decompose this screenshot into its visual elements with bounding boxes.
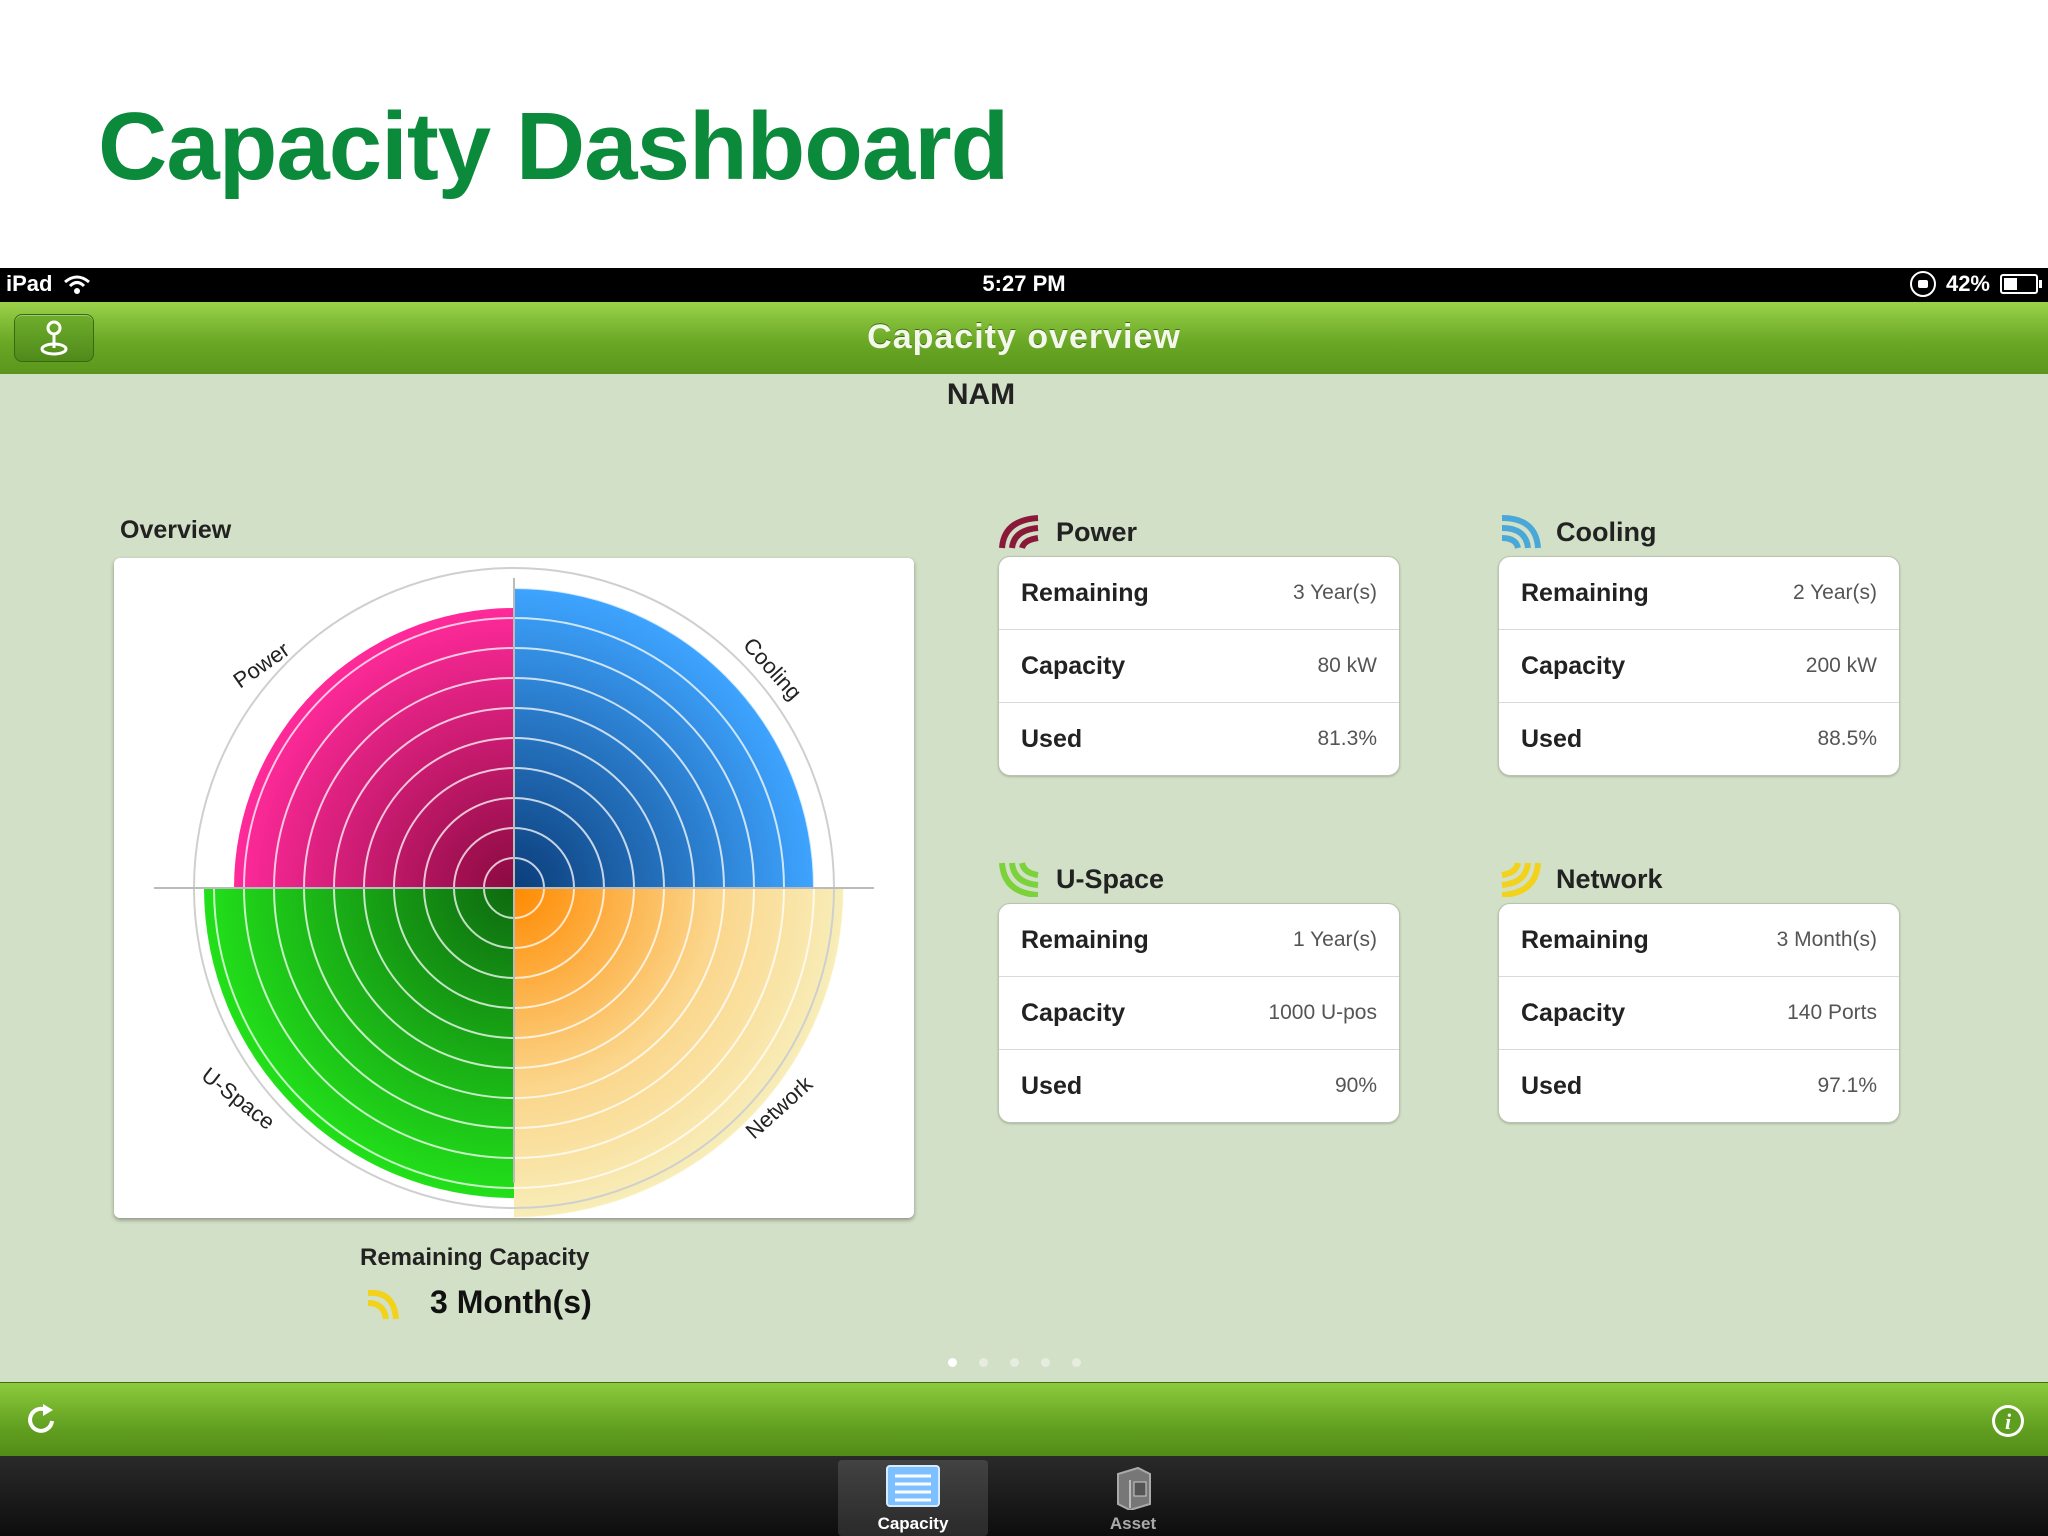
row-value: 3 Month(s) (1776, 928, 1877, 951)
remaining-capacity-value: 3 Month(s) (430, 1284, 592, 1320)
power-panel-title: Power (1056, 516, 1138, 547)
page-dot[interactable] (1072, 1358, 1081, 1367)
page-dot[interactable] (979, 1358, 988, 1367)
row-key: Used (1021, 1071, 1083, 1100)
row-key: Capacity (1021, 998, 1126, 1027)
table-row[interactable]: Used 81.3% (999, 702, 1399, 775)
quadrant-label-cooling: Cooling (738, 633, 807, 705)
row-value: 80 kW (1317, 654, 1377, 677)
info-icon[interactable]: i (1990, 1403, 2026, 1439)
clock: 5:27 PM (982, 271, 1066, 296)
remaining-capacity-row: 3 Month(s) (364, 1284, 592, 1321)
uspace-table: Remaining 1 Year(s) Capacity 1000 U-pos Us… (998, 903, 1400, 1123)
tab-asset[interactable]: Asset (1058, 1460, 1208, 1536)
row-value: 1 Year(s) (1292, 928, 1377, 951)
table-row[interactable]: Capacity 140 Ports (1499, 976, 1899, 1049)
row-key: Capacity (1021, 651, 1126, 680)
cooling-panel: Cooling Remaining 2 Year(s) Capacity 200 k… (1498, 512, 1900, 776)
page-indicator[interactable] (948, 1358, 1081, 1367)
row-key: Remaining (1021, 578, 1149, 607)
network-table: Remaining 3 Month(s) Capacity 140 Ports Us… (1498, 903, 1900, 1123)
battery-icon (2000, 274, 2042, 294)
network-panel-title: Network (1556, 863, 1663, 894)
row-value: 140 Ports (1787, 1001, 1877, 1024)
quadrant-uspace[interactable] (204, 888, 514, 1198)
capacity-list-icon (886, 1465, 940, 1507)
overview-chart-card[interactable]: Power Cooling U-Space Network (114, 557, 914, 1219)
tab-capacity-label: Capacity (877, 1514, 949, 1533)
row-value: 200 kW (1805, 654, 1877, 677)
row-value: 81.3% (1317, 727, 1377, 750)
power-table: Remaining 3 Year(s) Capacity 80 kW Used 81.… (998, 556, 1400, 776)
cooling-panel-title: Cooling (1556, 516, 1657, 547)
tab-capacity[interactable]: Capacity (838, 1460, 988, 1536)
uspace-arc-icon (999, 862, 1039, 897)
rotation-lock-icon (1909, 271, 1936, 297)
asset-server-icon (1117, 1466, 1151, 1512)
quadrant-network[interactable] (514, 888, 844, 1218)
table-row[interactable]: Used 97.1% (1499, 1049, 1899, 1122)
network-arc-icon (1501, 862, 1541, 897)
table-row[interactable]: Remaining 3 Year(s) (999, 557, 1399, 629)
row-value: 88.5% (1817, 727, 1877, 750)
battery-percent: 42% (1945, 271, 1990, 296)
status-bar: iPad 5:27 PM 42% (0, 268, 2048, 302)
nav-bar: Capacity overview (0, 302, 2048, 375)
cooling-arc-icon (1501, 515, 1541, 549)
remaining-capacity-label: Remaining Capacity (360, 1244, 590, 1271)
row-key: Remaining (1521, 578, 1649, 607)
page-dot[interactable] (1041, 1358, 1050, 1367)
row-value: 97.1% (1817, 1074, 1877, 1097)
row-key: Capacity (1521, 998, 1626, 1027)
tab-bar: Capacity Asset (0, 1456, 2048, 1536)
row-value: 2 Year(s) (1792, 581, 1877, 604)
page-dot[interactable] (948, 1358, 957, 1367)
row-value: 3 Year(s) (1292, 581, 1377, 604)
row-key: Capacity (1521, 651, 1626, 680)
slide-title: Capacity Dashboard (98, 93, 1009, 200)
tab-asset-label: Asset (1109, 1514, 1157, 1533)
svg-text:i: i (2005, 1409, 2012, 1434)
row-value: 90% (1334, 1074, 1377, 1097)
network-panel: Network Remaining 3 Month(s) Capacity 140 … (1498, 859, 1900, 1123)
table-row[interactable]: Capacity 1000 U-pos (999, 976, 1399, 1049)
uspace-panel: U-Space Remaining 1 Year(s) Capacity 1000 … (998, 859, 1400, 1123)
table-row[interactable]: Used 90% (999, 1049, 1399, 1122)
table-row[interactable]: Remaining 2 Year(s) (1499, 557, 1899, 629)
row-key: Remaining (1021, 925, 1149, 954)
table-row[interactable]: Remaining 1 Year(s) (999, 904, 1399, 976)
power-panel: Power Remaining 3 Year(s) Capacity 80 kW U… (998, 512, 1400, 776)
quadrant-cooling[interactable] (514, 588, 814, 888)
uspace-panel-title: U-Space (1056, 863, 1165, 894)
table-row[interactable]: Remaining 3 Month(s) (1499, 904, 1899, 976)
overview-radial-chart: Power Cooling U-Space Network (154, 557, 874, 1219)
table-row[interactable]: Capacity 200 kW (1499, 629, 1899, 702)
table-row[interactable]: Capacity 80 kW (999, 629, 1399, 702)
refresh-icon[interactable] (22, 1401, 60, 1439)
region-title: NAM (946, 378, 1016, 411)
overview-label: Overview (120, 516, 232, 544)
row-value: 1000 U-pos (1268, 1001, 1377, 1024)
content-area: NAM Overview Power Cooling U-Space Netwo… (0, 374, 2048, 1382)
row-key: Used (1021, 724, 1083, 753)
power-arc-icon (999, 515, 1039, 550)
cooling-table: Remaining 2 Year(s) Capacity 200 kW Used 88… (1498, 556, 1900, 776)
network-arc-icon (367, 1289, 399, 1320)
table-row[interactable]: Used 88.5% (1499, 702, 1899, 775)
nav-title: Capacity overview (867, 318, 1181, 356)
page-dot[interactable] (1010, 1358, 1019, 1367)
row-key: Used (1521, 1071, 1583, 1100)
bottom-toolbar: i (0, 1382, 2048, 1457)
row-key: Used (1521, 724, 1583, 753)
row-key: Remaining (1521, 925, 1649, 954)
